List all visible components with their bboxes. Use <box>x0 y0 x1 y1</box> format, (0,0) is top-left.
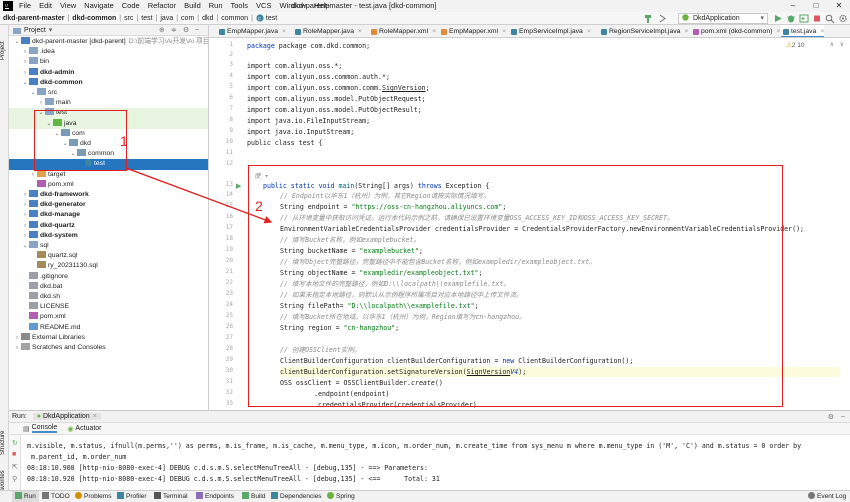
pin-icon[interactable]: ⚲ <box>12 475 17 483</box>
endpoints-tool-button[interactable]: Endpoints <box>196 491 234 502</box>
rerun-icon[interactable]: ↻ <box>12 439 18 447</box>
run-subtabs: ▤ Console ◉ Actuator <box>9 423 850 435</box>
endpoints-icon <box>196 492 203 499</box>
dependencies-icon <box>271 492 278 499</box>
hammer-build-icon <box>242 492 249 499</box>
problems-tool-button[interactable]: Problems <box>75 491 111 502</box>
stop-icon[interactable]: ■ <box>12 451 16 458</box>
run-tool-button[interactable]: Run <box>12 491 39 502</box>
profiler-tool-button[interactable]: Profiler <box>117 491 147 502</box>
console-log-line: m.visible, m.status, ifnull(m.perms,'') … <box>27 442 802 450</box>
tab-actuator[interactable]: Actuator <box>75 425 101 432</box>
console-log-line: m.parent_id, m.order_num <box>27 453 127 461</box>
event-log-button[interactable]: Event Log <box>808 491 846 502</box>
event-log-icon <box>808 492 815 499</box>
settings-gear-icon[interactable]: ⚙ <box>828 413 834 421</box>
build-tool-button[interactable]: Build <box>242 491 265 502</box>
ide-window: IJ File Edit View Navigate Code Refactor… <box>0 0 850 502</box>
console-log-line: 08:18:10.908 [http-nio-8080-exec-4] DEBU… <box>27 464 428 472</box>
close-icon: × <box>92 413 97 420</box>
spring-boot-icon: ● <box>36 413 42 420</box>
tab-console[interactable]: Console <box>31 424 58 433</box>
run-panel-header: Run: ● DkdApplication × ⚙ – <box>9 411 850 423</box>
list-icon <box>42 492 49 499</box>
terminal-tool-button[interactable]: Terminal <box>154 491 188 502</box>
restore-layout-icon[interactable]: ⇱ <box>12 463 18 471</box>
run-tab-dkdapplication[interactable]: ● DkdApplication × <box>32 413 101 420</box>
console-log-line: 08:18:10.920 [http-nio-8080-exec-4] DEBU… <box>27 475 440 483</box>
todo-tool-button[interactable]: TODO <box>42 491 70 502</box>
bottom-tool-bar: Run TODO Problems Profiler Terminal Endp… <box>0 490 850 502</box>
run-label: Run: <box>12 413 27 420</box>
profiler-icon <box>117 492 124 499</box>
hide-panel-icon[interactable]: – <box>841 413 845 420</box>
actuator-icon: ◉ <box>67 425 74 433</box>
run-panel: Run: ● DkdApplication × ⚙ – ▤ Console ◉ A… <box>9 410 850 491</box>
dependencies-tool-button[interactable]: Dependencies <box>271 491 322 502</box>
run-icon <box>15 492 22 499</box>
run-toolbar: ↻ ■ ⇱ ⚲ <box>9 435 21 491</box>
problems-icon <box>75 492 82 499</box>
spring-tool-button[interactable]: Spring <box>327 491 355 502</box>
console-icon: ▤ <box>23 425 30 433</box>
terminal-icon <box>154 492 161 499</box>
spring-icon <box>327 492 334 499</box>
